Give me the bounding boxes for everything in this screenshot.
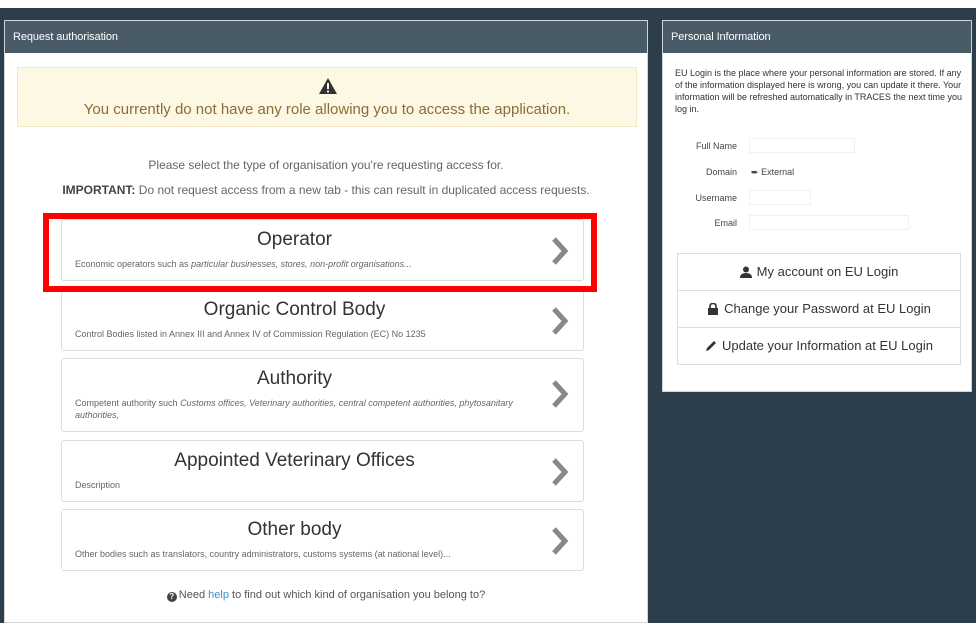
- username-label: Username: [695, 193, 737, 203]
- org-card-appointed-veterinary-offices[interactable]: Appointed Veterinary Offices Description: [61, 440, 584, 502]
- panel-title: Request authorisation: [5, 21, 647, 53]
- panel-title: Personal Information: [663, 21, 971, 53]
- important-label: IMPORTANT:: [62, 183, 136, 197]
- change-password-button[interactable]: Change your Password at EU Login: [677, 290, 961, 328]
- update-information-button[interactable]: Update your Information at EU Login: [677, 327, 961, 365]
- chevron-right-icon: [552, 527, 569, 555]
- instruction-text: Please select the type of organisation y…: [148, 158, 504, 172]
- help-text: ? Need help to find out which kind of org…: [5, 589, 647, 602]
- email-value: [749, 215, 909, 230]
- email-label: Email: [714, 218, 737, 228]
- important-text: Do not request access from a new tab - t…: [135, 183, 590, 197]
- request-authorisation-panel: Request authorisation You currently do n…: [4, 20, 648, 623]
- question-circle-icon: ?: [166, 592, 177, 602]
- domain-value: ➨ External: [751, 167, 795, 177]
- org-title: Authority: [257, 368, 332, 389]
- org-title: Appointed Veterinary Offices: [174, 450, 415, 471]
- chevron-right-icon: [552, 458, 569, 486]
- org-card-operator[interactable]: Operator Economic operators such as part…: [61, 219, 584, 281]
- warning-icon: [319, 78, 337, 94]
- lock-icon: [708, 303, 719, 315]
- org-description: Other bodies such as translators, countr…: [75, 549, 451, 559]
- org-title: Other body: [247, 519, 342, 540]
- chevron-right-icon: [552, 237, 569, 265]
- org-description: Control Bodies listed in Annex III and A…: [75, 329, 426, 339]
- info-text: EU Login is the place where your persona…: [675, 68, 962, 114]
- org-card-organic-control-body[interactable]: Organic Control Body Control Bodies list…: [61, 289, 584, 351]
- org-card-other-body[interactable]: Other body Other bodies such as translat…: [61, 509, 584, 571]
- full-name-value: [749, 138, 855, 153]
- org-description: Description: [75, 480, 121, 490]
- org-title: Organic Control Body: [203, 299, 386, 320]
- sign-out-icon: ➨: [751, 167, 759, 177]
- user-icon: [739, 266, 752, 278]
- important-note: IMPORTANT: Do not request access from a …: [5, 183, 647, 197]
- org-description: Economic operators such as particular bu…: [75, 259, 412, 269]
- personal-information-panel: Personal Information EU Login is the pla…: [662, 20, 972, 392]
- warning-text: You currently do not have any role allow…: [83, 101, 571, 118]
- org-description: Competent authority such Customs offices…: [75, 398, 513, 420]
- chevron-right-icon: [552, 307, 569, 335]
- top-bar: [0, 0, 976, 8]
- pencil-icon: [705, 341, 716, 351]
- warning-alert: You currently do not have any role allow…: [17, 67, 637, 127]
- org-card-authority[interactable]: Authority Competent authority such Custo…: [61, 358, 584, 432]
- username-value: [749, 190, 811, 205]
- help-link[interactable]: help: [208, 589, 229, 601]
- full-name-label: Full Name: [695, 141, 737, 151]
- chevron-right-icon: [552, 380, 569, 408]
- my-account-button[interactable]: My account on EU Login: [677, 253, 961, 291]
- org-title: Operator: [257, 229, 332, 250]
- domain-label: Domain: [705, 167, 737, 177]
